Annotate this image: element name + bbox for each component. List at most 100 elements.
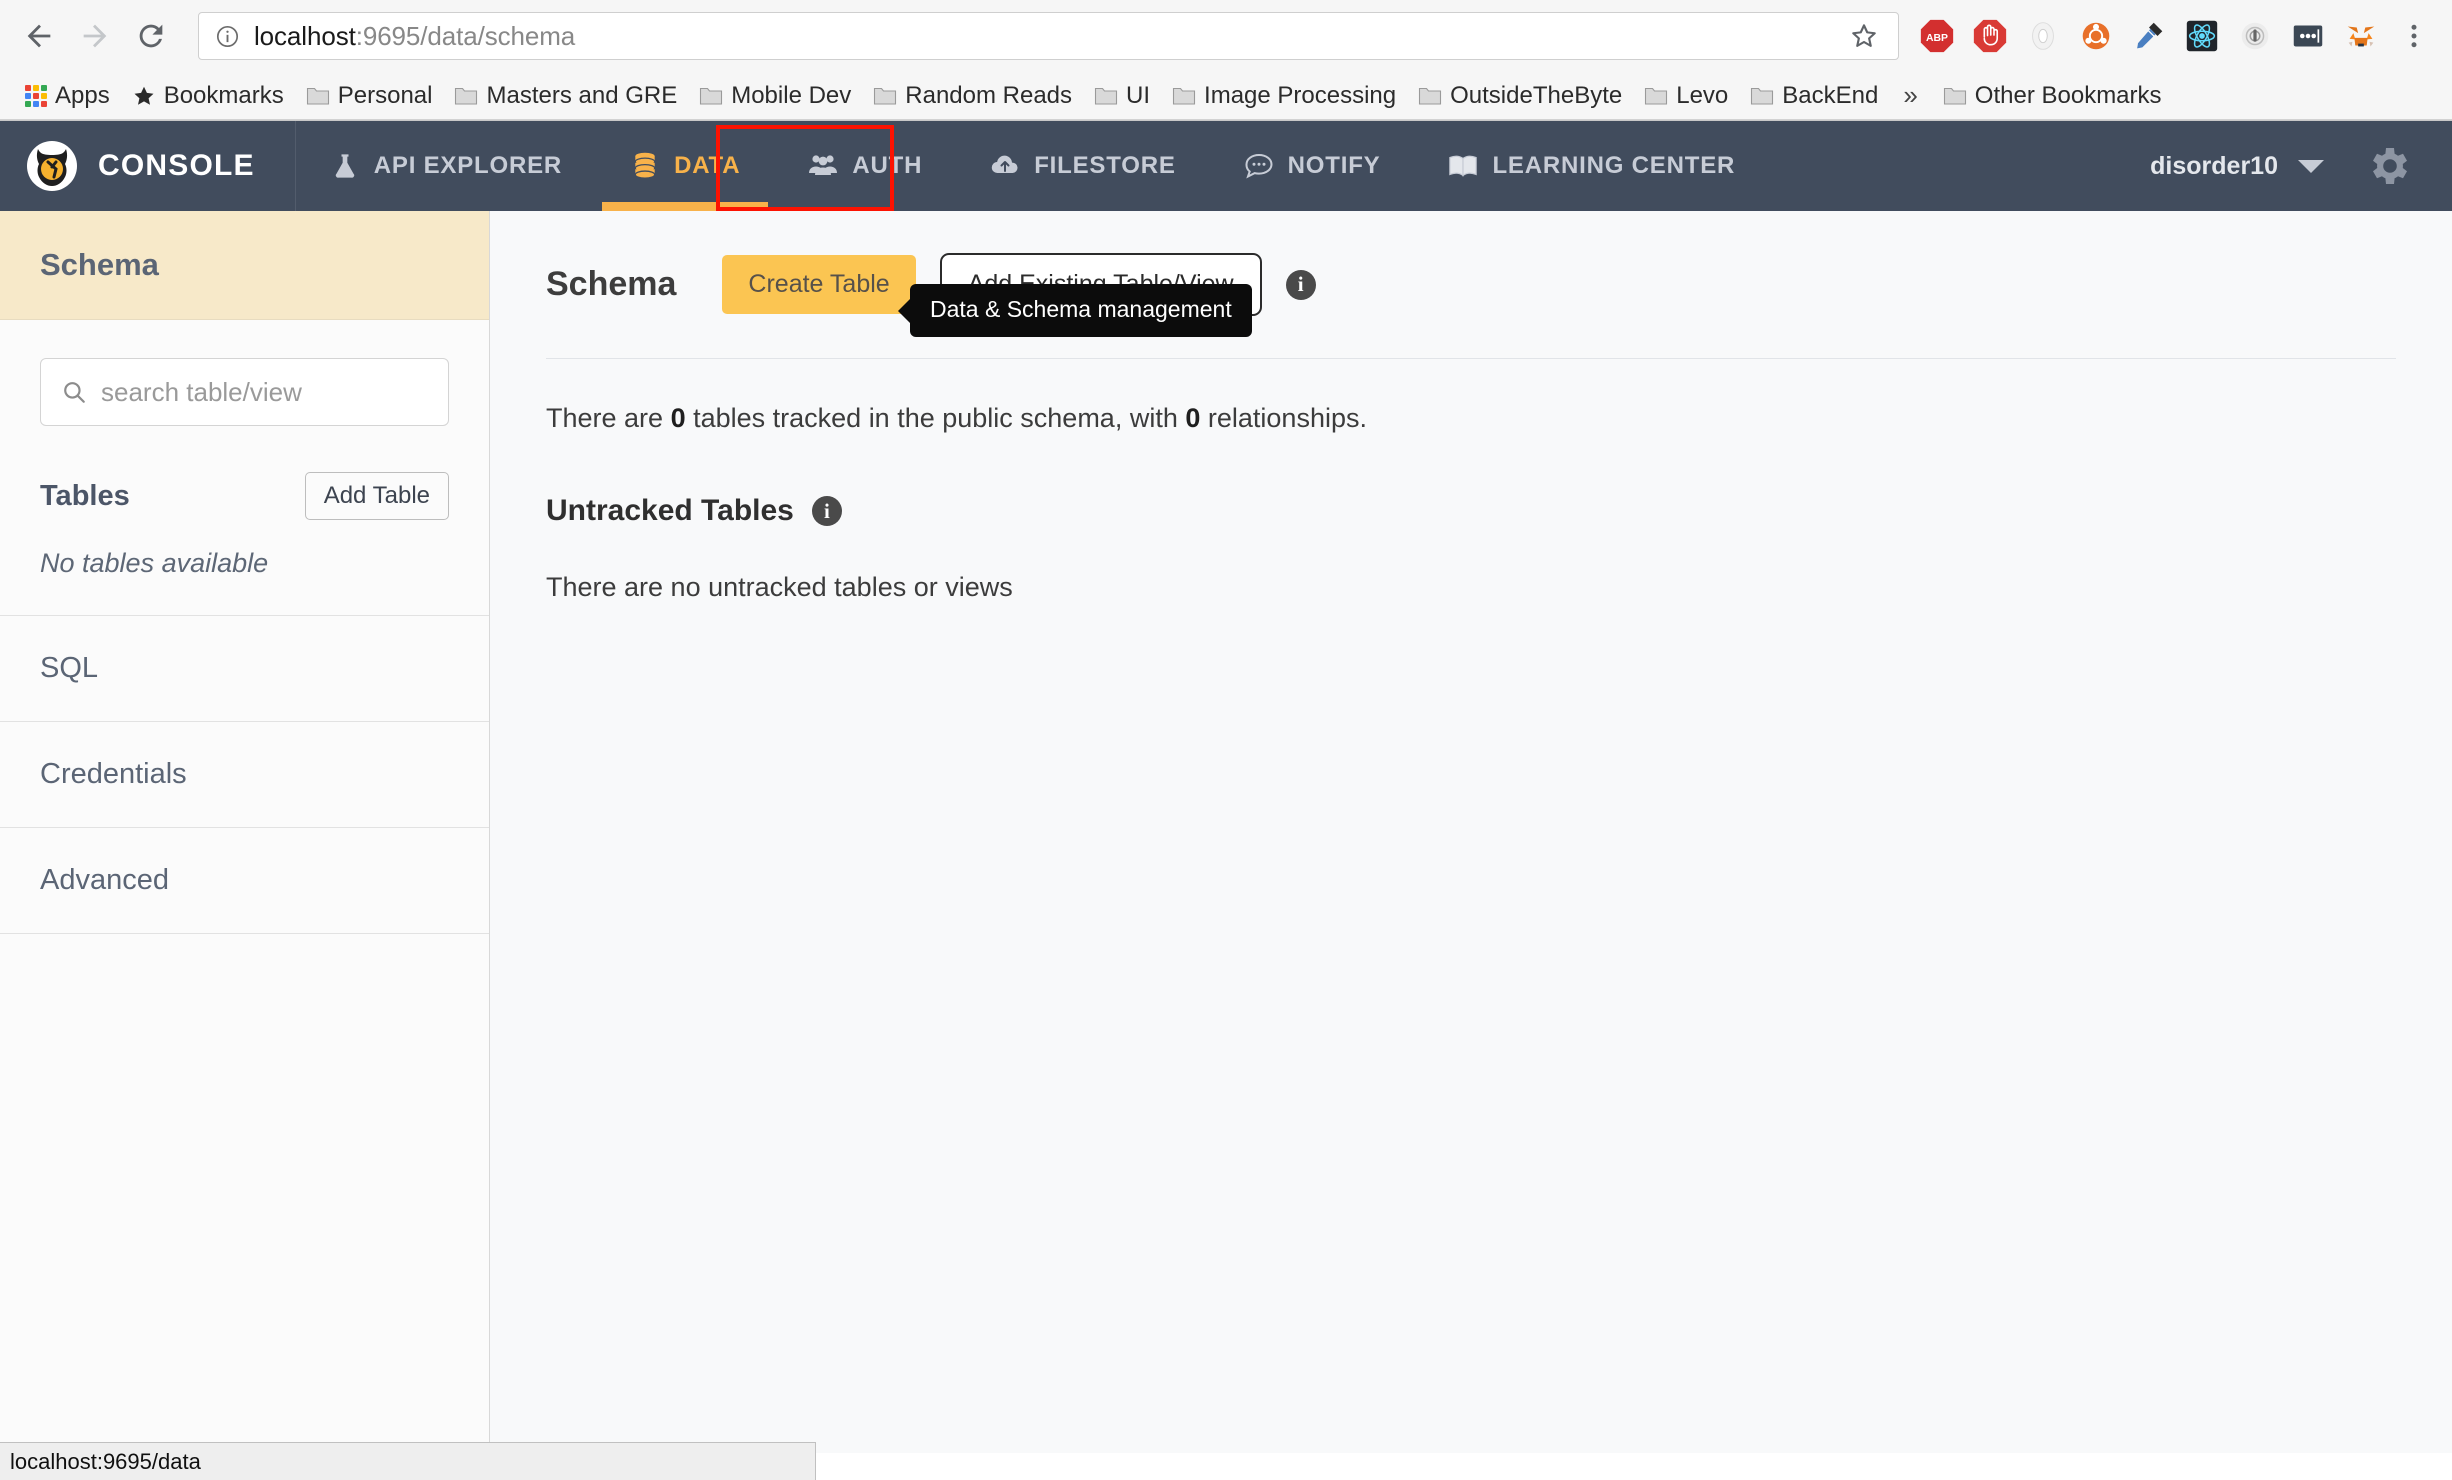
database-icon <box>630 151 660 181</box>
tab-label: AUTH <box>852 152 922 180</box>
sidebar-item-sql[interactable]: SQL <box>0 616 489 722</box>
tables-count: 0 <box>671 403 686 433</box>
untracked-title-label: Untracked Tables <box>546 494 794 528</box>
bookmark-label: BackEnd <box>1782 82 1878 110</box>
bookmark-personal[interactable]: Personal <box>295 77 444 115</box>
folder-icon <box>306 86 330 106</box>
react-devtools-extension[interactable] <box>2182 16 2222 56</box>
bookmark-label: Image Processing <box>1204 82 1396 110</box>
untracked-tables-heading: Untracked Tables i <box>546 494 2396 528</box>
browser-menu-button[interactable] <box>2394 16 2434 56</box>
metamask-fox-icon <box>2342 17 2380 55</box>
bookmark-ui[interactable]: UI <box>1083 77 1161 115</box>
url-text: localhost:9695/data/schema <box>254 21 575 52</box>
tables-row: Tables Add Table <box>40 472 449 520</box>
info-icon[interactable]: i <box>812 496 842 526</box>
info-circle-icon[interactable] <box>215 24 240 49</box>
bookmark-random-reads[interactable]: Random Reads <box>862 77 1083 115</box>
info-icon[interactable]: i <box>1286 270 1316 300</box>
bookmark-label: Masters and GRE <box>486 82 677 110</box>
sidebar-item-advanced[interactable]: Advanced <box>0 828 489 934</box>
ghostery-extension[interactable] <box>2023 16 2063 56</box>
status-bar: localhost:9695/data <box>0 1442 816 1480</box>
tab-label: NOTIFY <box>1288 152 1381 180</box>
bookmark-image-processing[interactable]: Image Processing <box>1161 77 1407 115</box>
tab-learning-center[interactable]: LEARNING CENTER <box>1414 121 1769 211</box>
brand-console[interactable]: CONSOLE <box>0 121 296 211</box>
folder-icon <box>1094 86 1118 106</box>
tab-api-explorer[interactable]: API EXPLORER <box>296 121 596 211</box>
browser-chrome: localhost:9695/data/schema ABP <box>0 0 2452 121</box>
star-outline-icon <box>1849 21 1879 51</box>
bookmark-masters-and-gre[interactable]: Masters and GRE <box>443 77 688 115</box>
sidebar-header[interactable]: Schema <box>0 211 489 320</box>
no-tables-message: No tables available <box>40 548 449 579</box>
ring-icon <box>2024 17 2062 55</box>
search-input[interactable] <box>101 377 428 408</box>
folder-icon <box>1943 86 1967 106</box>
relationships-count: 0 <box>1185 403 1200 433</box>
bookmarks-overflow-button[interactable]: » <box>1889 80 1931 111</box>
address-bar[interactable]: localhost:9695/data/schema <box>198 12 1899 60</box>
stop-hand-icon <box>1971 17 2009 55</box>
main-content: Schema Create Table Add Existing Table/V… <box>490 211 2452 1453</box>
bookmark-other-bookmarks[interactable]: Other Bookmarks <box>1932 77 2173 115</box>
react-atom-icon <box>2183 17 2221 55</box>
forward-arrow-icon <box>78 19 112 53</box>
back-button[interactable] <box>14 11 64 61</box>
user-menu[interactable]: disorder10 <box>2122 152 2352 181</box>
bookmark-mobile-dev[interactable]: Mobile Dev <box>688 77 862 115</box>
header-divider <box>546 358 2396 359</box>
tab-notify[interactable]: NOTIFY <box>1210 121 1415 211</box>
three-dot-menu-icon <box>2399 19 2429 53</box>
tables-heading: Tables <box>40 480 130 513</box>
tab-filestore[interactable]: FILESTORE <box>956 121 1209 211</box>
upload-cloud-icon <box>990 151 1020 181</box>
stats-middle: tables tracked in the public schema, wit… <box>686 403 1186 433</box>
bookmark-bookmarks[interactable]: Bookmarks <box>121 77 295 115</box>
search-icon <box>61 379 87 405</box>
podcast-extension[interactable] <box>2235 16 2275 56</box>
eyedropper-icon <box>2130 17 2168 55</box>
colorzilla-eyedropper-extension[interactable] <box>2129 16 2169 56</box>
bookmark-backend[interactable]: BackEnd <box>1739 77 1889 115</box>
hasura-logo-icon <box>26 140 78 192</box>
ublock-origin-extension[interactable] <box>1970 16 2010 56</box>
folder-icon <box>1172 86 1196 106</box>
status-bar-text: localhost:9695/data <box>10 1449 201 1475</box>
folder-icon <box>454 86 478 106</box>
podcast-mic-icon <box>2236 17 2274 55</box>
bookmark-levo[interactable]: Levo <box>1633 77 1739 115</box>
adblock-plus-extension[interactable]: ABP <box>1917 16 1957 56</box>
stats-suffix: relationships. <box>1200 403 1367 433</box>
sidebar-item-credentials[interactable]: Credentials <box>0 722 489 828</box>
tab-label: API EXPLORER <box>374 152 562 180</box>
svg-text:ABP: ABP <box>1926 33 1948 44</box>
tab-label: DATA <box>674 152 740 180</box>
tab-label: FILESTORE <box>1034 152 1175 180</box>
settings-button[interactable] <box>2352 142 2424 190</box>
stats-prefix: There are <box>546 403 671 433</box>
password-dots-icon <box>2289 17 2327 55</box>
metamask-extension[interactable] <box>2341 16 2381 56</box>
reload-button[interactable] <box>126 11 176 61</box>
folder-icon <box>1418 86 1442 106</box>
folder-icon <box>1644 86 1668 106</box>
table-search-box[interactable] <box>40 358 449 426</box>
content-header: Schema Create Table Add Existing Table/V… <box>546 253 2396 316</box>
bookmarks-bar: Apps Bookmarks Personal Masters and GRE <box>0 72 2452 120</box>
tab-auth[interactable]: AUTH <box>774 121 956 211</box>
sidebar: Schema Tables Add Table No tables availa… <box>0 211 490 1453</box>
bookmark-label: Mobile Dev <box>731 82 851 110</box>
create-table-button[interactable]: Create Table <box>722 255 915 314</box>
ubuntu-extension[interactable] <box>2076 16 2116 56</box>
bookmark-label: Random Reads <box>905 82 1072 110</box>
tab-data[interactable]: DATA <box>596 121 774 211</box>
tab-label: LEARNING CENTER <box>1492 152 1735 180</box>
forward-button[interactable] <box>70 11 120 61</box>
bookmark-outsidethebyte[interactable]: OutsideTheByte <box>1407 77 1633 115</box>
bookmark-star-button[interactable] <box>1844 16 1884 56</box>
lastpass-extension[interactable] <box>2288 16 2328 56</box>
add-table-button[interactable]: Add Table <box>305 472 449 520</box>
bookmark-apps[interactable]: Apps <box>14 77 121 115</box>
